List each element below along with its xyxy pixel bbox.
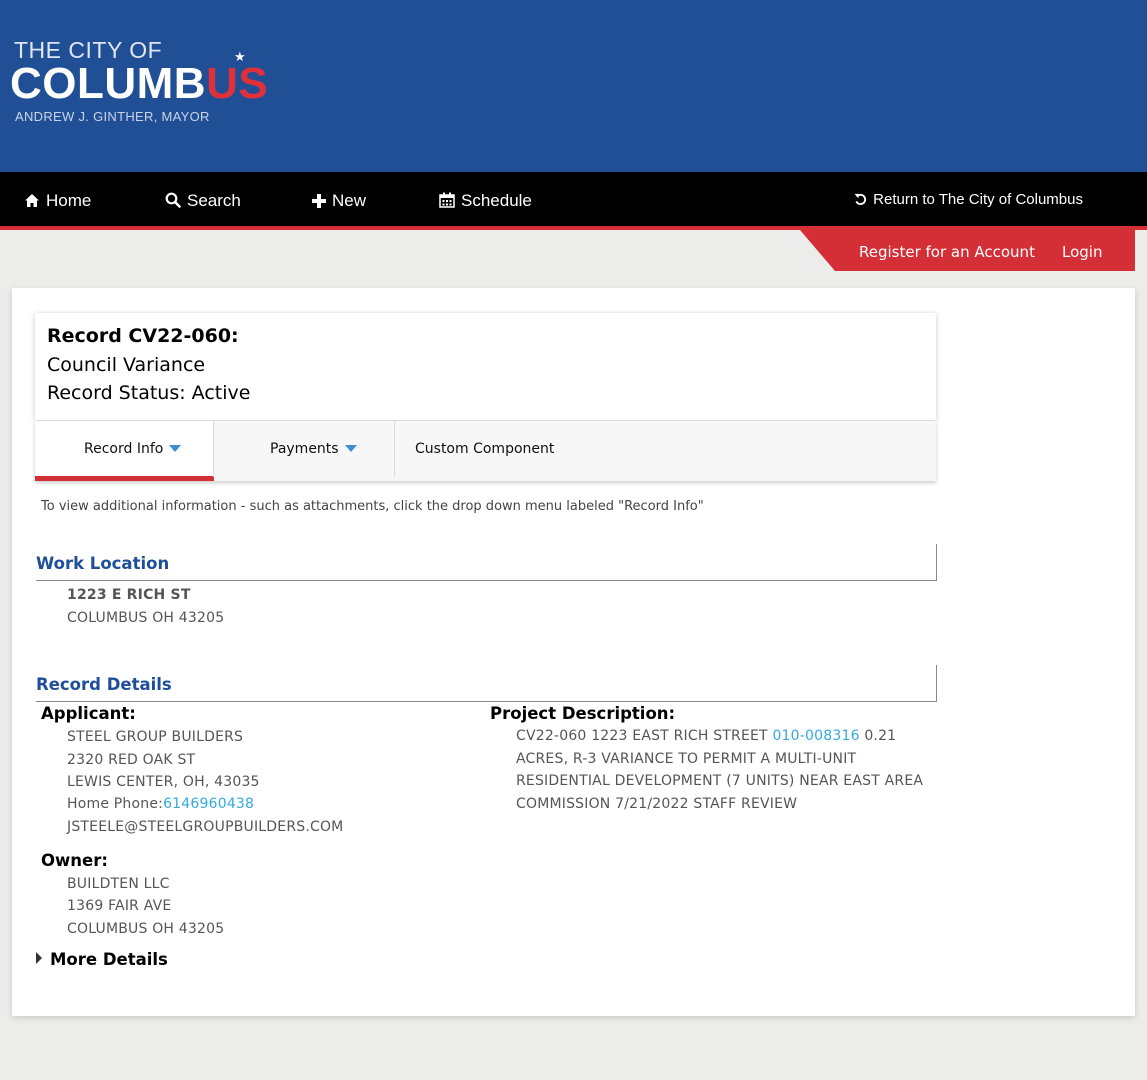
logo-mayor: ANDREW J. GINTHER, MAYOR: [15, 109, 210, 124]
city-logo[interactable]: THE CITY OF COLUMBUS ★ ANDREW J. GINTHER…: [8, 38, 290, 126]
main-content: Record CV22-060: Council Variance Record…: [12, 288, 1135, 1016]
return-label: Return to The City of Columbus: [873, 191, 1083, 208]
record-header: Record CV22-060: Council Variance Record…: [35, 313, 936, 420]
search-icon: [165, 192, 181, 208]
owner-address1: 1369 FAIR AVE: [67, 898, 172, 914]
caret-down-icon: [169, 445, 182, 452]
work-location-rule: [36, 544, 937, 581]
nav-new[interactable]: New: [312, 172, 366, 226]
applicant-phone-link[interactable]: 6146960438: [163, 796, 254, 812]
plus-icon: [312, 194, 326, 208]
nav-schedule-label: Schedule: [461, 191, 532, 210]
main-nav: Home Search New Schedule Return to The C…: [0, 172, 1147, 230]
record-type: Council Variance: [47, 354, 206, 376]
tab-record-info-label: Record Info: [84, 441, 164, 457]
calendar-icon: [439, 192, 455, 208]
nav-new-label: New: [332, 191, 367, 210]
home-icon: [25, 194, 39, 207]
applicant-email: JSTEELE@STEELGROUPBUILDERS.COM: [67, 819, 344, 835]
caret-down-icon: [344, 445, 357, 452]
more-details-toggle[interactable]: More Details: [36, 950, 168, 969]
project-text-before: CV22-060 1223 EAST RICH STREET: [516, 728, 773, 744]
tab-custom-component-label: Custom Component: [415, 441, 555, 457]
work-location-title: Work Location: [36, 554, 170, 573]
applicant-label: Applicant:: [41, 704, 136, 723]
applicant-name: STEEL GROUP BUILDERS: [67, 729, 244, 745]
nav-home-label: Home: [46, 191, 92, 210]
work-location-city: COLUMBUS OH 43205: [67, 610, 225, 626]
tab-record-info[interactable]: Record Info: [35, 421, 214, 481]
work-location-street: 1223 E RICH ST: [67, 587, 191, 603]
record-status: Record Status: Active: [47, 382, 251, 404]
applicant-address2: LEWIS CENTER, OH, 43035: [67, 774, 260, 790]
login-link[interactable]: Login: [1062, 230, 1102, 271]
more-details-label: More Details: [50, 950, 168, 969]
owner-name: BUILDTEN LLC: [67, 876, 170, 892]
nav-search[interactable]: Search: [165, 172, 241, 226]
logo-us: US: [206, 59, 269, 108]
applicant-phone-row: Home Phone:6146960438: [67, 796, 254, 812]
star-icon: ★: [234, 50, 246, 65]
project-description-label: Project Description:: [490, 704, 676, 723]
header-banner: THE CITY OF COLUMBUS ★ ANDREW J. GINTHER…: [0, 0, 1147, 172]
applicant-address1: 2320 RED OAK ST: [67, 752, 196, 768]
logo-line2: COLUMBUS: [10, 60, 268, 108]
active-tab-indicator: [35, 476, 214, 481]
nav-schedule[interactable]: Schedule: [439, 172, 532, 226]
owner-label: Owner:: [41, 851, 108, 870]
parcel-link[interactable]: 010-008316: [772, 728, 859, 744]
applicant-phone-label: Home Phone:: [67, 796, 164, 812]
nav-home[interactable]: Home: [24, 172, 91, 226]
record-tabs: Record Info Payments Custom Component: [35, 421, 936, 481]
nav-search-label: Search: [187, 191, 241, 210]
logo-columb: COLUMB: [10, 59, 207, 108]
owner-address2: COLUMBUS OH 43205: [67, 921, 225, 937]
register-link[interactable]: Register for an Account: [859, 230, 1035, 271]
account-bar: Register for an Account Login: [800, 230, 1135, 271]
record-details-title: Record Details: [36, 675, 172, 694]
undo-icon: [854, 193, 867, 205]
info-hint: To view additional information - such as…: [41, 499, 704, 514]
tab-payments[interactable]: Payments: [214, 421, 395, 481]
tab-payments-label: Payments: [270, 441, 339, 457]
return-link[interactable]: Return to The City of Columbus: [854, 172, 1083, 226]
project-description: CV22-060 1223 EAST RICH STREET 010-00831…: [516, 725, 936, 815]
record-title: Record CV22-060:: [47, 325, 239, 347]
expand-triangle-icon: [36, 952, 42, 964]
tab-custom-component[interactable]: Custom Component: [395, 421, 615, 481]
